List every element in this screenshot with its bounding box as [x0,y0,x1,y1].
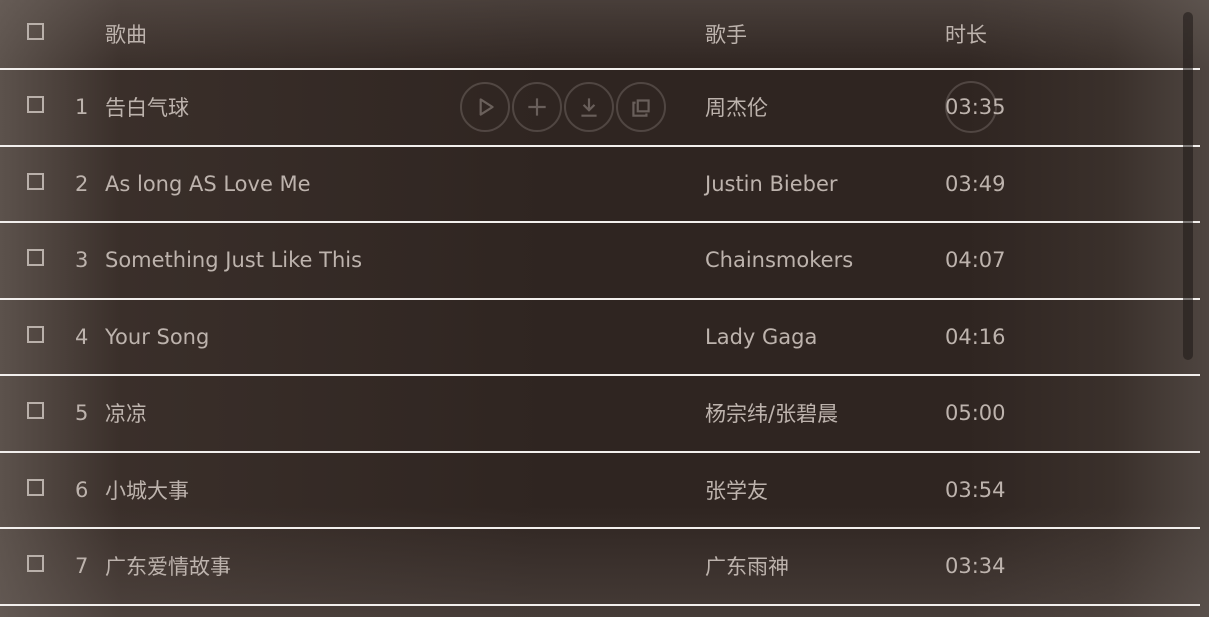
song-title[interactable]: 小城大事 [105,475,189,505]
song-checkbox[interactable] [27,478,44,496]
song-row-2[interactable]: 2 As long AS Love Me Justin Bieber 03:49 [0,147,1200,223]
song-duration: 04:16 [945,324,1006,349]
song-title[interactable]: As long AS Love Me [105,172,311,196]
play-button[interactable] [460,82,510,133]
song-title[interactable]: 广东爱情故事 [105,551,231,581]
row-action-buttons [460,82,666,133]
song-list: 歌曲 歌手 时长 1 告白气球 周杰伦 03:35 2 As long AS L… [0,0,1200,606]
song-artist[interactable]: 张学友 [705,475,768,505]
column-header-song[interactable]: 歌曲 [105,19,147,49]
song-row-3[interactable]: 3 Something Just Like This Chainsmokers … [0,223,1200,300]
song-checkbox[interactable] [27,555,44,573]
song-checkbox[interactable] [27,96,44,114]
download-button[interactable] [564,82,614,133]
song-checkbox[interactable] [27,172,44,190]
add-icon [528,98,546,116]
song-duration: 03:54 [945,477,1006,502]
song-duration: 05:00 [945,401,1006,426]
song-row-6[interactable]: 6 小城大事 张学友 03:54 [0,453,1200,529]
song-artist[interactable]: 周杰伦 [705,92,768,122]
song-index: 6 [75,477,89,502]
song-artist[interactable]: 杨宗纬/张碧晨 [705,398,838,428]
song-row-4[interactable]: 4 Your Song Lady Gaga 04:16 [0,300,1200,376]
song-row-1[interactable]: 1 告白气球 周杰伦 03:35 [0,70,1200,147]
song-duration: 03:35 [945,95,1006,120]
share-icon [632,99,650,117]
column-header-duration[interactable]: 时长 [945,19,987,49]
song-checkbox[interactable] [27,249,44,267]
song-artist[interactable]: Chainsmokers [705,248,853,272]
song-title[interactable]: 告白气球 [105,92,189,122]
song-list-header: 歌曲 歌手 时长 [0,0,1200,70]
song-row-5[interactable]: 5 凉凉 杨宗纬/张碧晨 05:00 [0,376,1200,453]
song-artist[interactable]: 广东雨神 [705,551,789,581]
song-index: 1 [75,95,89,120]
song-title[interactable]: Your Song [105,325,209,349]
song-duration: 03:49 [945,171,1006,196]
share-button[interactable] [616,82,666,133]
song-index: 4 [75,324,89,349]
song-artist[interactable]: Lady Gaga [705,325,817,349]
song-index: 3 [75,248,89,273]
song-index: 2 [75,171,89,196]
play-icon [479,98,494,116]
song-checkbox[interactable] [27,402,44,420]
song-artist[interactable]: Justin Bieber [705,172,838,196]
add-to-playlist-button[interactable] [512,82,562,133]
song-index: 5 [75,401,89,426]
song-index: 7 [75,554,89,579]
download-icon [581,98,597,117]
song-row-7[interactable]: 7 广东爱情故事 广东雨神 03:34 [0,529,1200,606]
song-duration: 03:34 [945,554,1006,579]
column-header-artist[interactable]: 歌手 [705,19,747,49]
song-checkbox[interactable] [27,325,44,343]
song-title[interactable]: 凉凉 [105,398,147,428]
song-title[interactable]: Something Just Like This [105,248,362,272]
song-duration: 04:07 [945,248,1006,273]
vertical-scrollbar[interactable] [1183,12,1193,360]
select-all-checkbox[interactable] [27,23,44,40]
